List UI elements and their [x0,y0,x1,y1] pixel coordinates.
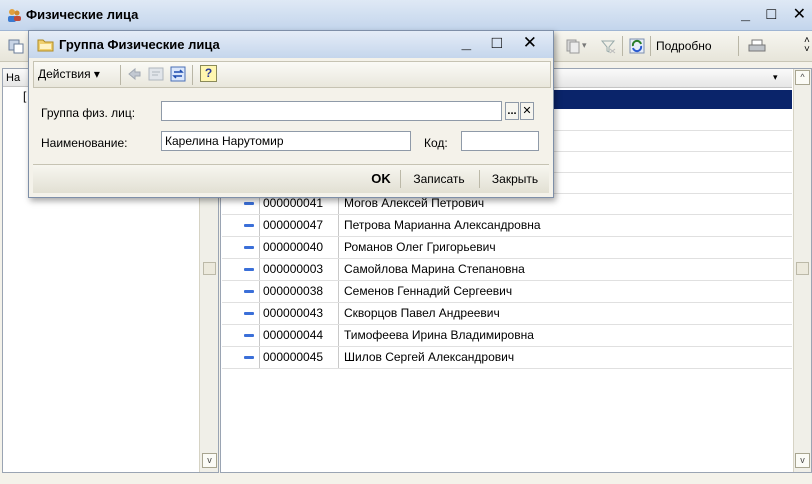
row-name: Романов Олег Григорьевич [344,240,496,254]
dialog-title: Группа Физические лица [59,37,220,52]
table-row[interactable]: 000000045 Шилов Сергей Александрович [222,347,792,369]
row-code: 000000047 [259,215,339,236]
table-row[interactable]: 000000044 Тимофеева Ирина Владимировна [222,325,792,347]
row-name: Шилов Сергей Александрович [344,350,515,364]
tree-scroll-down-button[interactable]: v [202,453,217,468]
element-marker-icon [244,312,254,315]
row-code: 000000043 [259,303,339,324]
dropdown-arrow-icon[interactable]: ▾ [582,40,587,51]
table-row[interactable]: 000000040 Романов Олег Григорьевич [222,237,792,259]
actions-menu-button[interactable]: Действия ▾ [38,67,100,81]
help-icon[interactable]: ? [200,65,217,82]
element-marker-icon [244,202,254,205]
group-select-button[interactable]: ... [505,102,519,120]
main-window-controls[interactable]: _ □ ✕ [741,4,812,24]
code-field[interactable] [461,131,539,151]
column-menu-icon[interactable]: ▾ [773,72,778,83]
table-row[interactable]: 000000003 Самойлова Марина Степановна [222,259,792,281]
copy-icon[interactable] [565,38,581,54]
list-scroll-thumb[interactable] [796,262,809,275]
printer-icon[interactable] [748,38,766,54]
row-code: 000000038 [259,281,339,302]
element-marker-icon [244,356,254,359]
folder-icon [37,37,54,55]
table-row[interactable]: 000000043 Скворцов Павел Андреевич [222,303,792,325]
list-scrollbar[interactable]: ^ v [793,69,811,472]
main-window-title-bar[interactable]: Физические лица _ □ ✕ [0,0,812,31]
details-button[interactable]: Подробно [656,39,712,53]
toolbar-separator [650,36,651,56]
row-code: 000000045 [259,347,339,368]
structure-icon[interactable] [148,66,164,82]
row-code: 000000040 [259,237,339,258]
table-row[interactable]: 000000047 Петрова Марианна Александровна [222,215,792,237]
row-name: Тимофеева Ирина Владимировна [344,328,534,342]
table-row[interactable]: 000000038 Семенов Геннадий Сергеевич [222,281,792,303]
group-clear-button[interactable]: ✕ [520,102,534,120]
people-icon [6,7,22,26]
toolbar-separator [622,36,623,56]
dialog-window-controls[interactable]: _ □ ✕ [462,33,545,53]
toolbar-separator [738,36,739,56]
dialog-toolbar: Действия ▾ ? [33,61,551,88]
row-name: Петрова Марианна Александровна [344,218,541,232]
tree-item[interactable]: [ [23,89,26,103]
group-dialog[interactable]: Группа Физические лица _ □ ✕ Действия ▾ … [28,30,554,198]
tree-scroll-thumb[interactable] [203,262,216,275]
row-name: Скворцов Павел Андреевич [344,306,500,320]
row-code: 000000044 [259,325,339,346]
dialog-title-bar[interactable]: Группа Физические лица _ □ ✕ [29,31,553,58]
button-separator [400,170,401,188]
refresh-icon[interactable] [629,38,645,54]
go-back-icon[interactable] [126,66,142,82]
close-button[interactable]: Закрыть [484,169,546,189]
group-label: Группа физ. лиц: [41,106,136,120]
save-button[interactable]: Записать [405,169,473,189]
actions-icon[interactable] [8,38,24,54]
element-marker-icon [244,268,254,271]
filter-off-icon[interactable] [600,38,616,54]
list-scroll-up-button[interactable]: ^ [795,70,810,85]
button-separator [479,170,480,188]
element-marker-icon [244,334,254,337]
main-window-title: Физические лица [26,7,139,22]
element-marker-icon [244,224,254,227]
toolbar-separator [192,65,193,85]
ok-button[interactable]: OK [367,169,395,189]
row-name: Семенов Геннадий Сергеевич [344,284,513,298]
element-marker-icon [244,290,254,293]
toolbar-overflow-icon[interactable]: ˄ ˅ [804,36,810,55]
dialog-button-bar: OK Записать Закрыть [33,164,549,193]
list-scroll-down-button[interactable]: v [795,453,810,468]
group-field[interactable] [161,101,502,121]
element-marker-icon [244,246,254,249]
toolbar-separator [120,65,121,85]
row-code: 000000003 [259,259,339,280]
name-label: Наименование: [41,136,128,150]
code-label: Код: [424,136,448,150]
swap-icon[interactable] [170,66,186,82]
row-name: Самойлова Марина Степановна [344,262,525,276]
name-field[interactable]: Карелина Нарутомир [161,131,411,151]
